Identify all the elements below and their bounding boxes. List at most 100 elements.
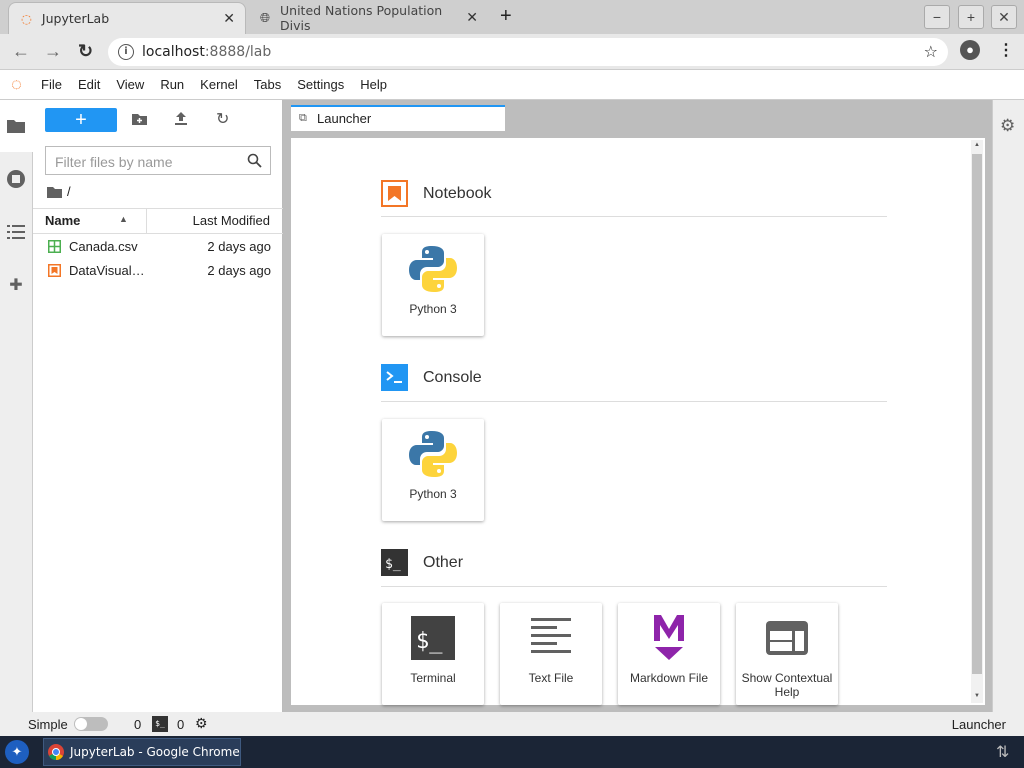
property-inspector-gears-icon[interactable]: ⚙ bbox=[1000, 116, 1015, 136]
section-divider bbox=[381, 401, 887, 402]
simple-mode-toggle[interactable] bbox=[74, 717, 108, 731]
taskbar-window-title: JupyterLab - Google Chrome bbox=[70, 745, 240, 759]
launcher-card-text-file[interactable]: Text File bbox=[500, 603, 602, 705]
scroll-up-arrow[interactable]: ▲ bbox=[974, 142, 980, 148]
file-row[interactable]: DataVisual… 2 days ago bbox=[33, 260, 283, 284]
menu-help[interactable]: Help bbox=[352, 77, 395, 92]
section-console-header: Console bbox=[381, 364, 482, 391]
active-document-label: Launcher bbox=[951, 717, 1006, 732]
close-window-button[interactable]: ✕ bbox=[991, 5, 1017, 29]
card-label: Terminal bbox=[410, 671, 456, 685]
filter-placeholder: Filter files by name bbox=[55, 154, 173, 170]
card-label: Markdown File bbox=[629, 671, 709, 685]
card-label: Text File bbox=[528, 671, 574, 685]
browser-tab-strip: ◌ JupyterLab ✕ 🌐︎ United Nations Populat… bbox=[0, 0, 1024, 34]
folder-icon[interactable] bbox=[47, 186, 62, 198]
right-sidebar: ⚙ bbox=[992, 100, 1024, 712]
network-transfer-icon[interactable]: ⇅ bbox=[996, 742, 1009, 762]
new-tab-button[interactable]: + bbox=[500, 5, 512, 28]
column-name[interactable]: Name bbox=[45, 213, 80, 237]
jupyter-menubar: ◌ File Edit View Run Kernel Tabs Setting… bbox=[0, 70, 1024, 100]
table-of-contents-icon[interactable] bbox=[7, 225, 25, 239]
simple-mode-label: Simple bbox=[28, 717, 68, 732]
svg-text:$_: $_ bbox=[416, 629, 443, 654]
jupyter-logo-icon: ◌ bbox=[11, 74, 22, 94]
column-divider[interactable] bbox=[146, 209, 147, 233]
section-divider bbox=[381, 586, 887, 587]
sort-ascending-icon: ▲ bbox=[119, 214, 128, 224]
notebook-section-icon bbox=[381, 180, 408, 207]
left-sidebar: ✚ bbox=[0, 100, 33, 712]
kernel-count[interactable]: 0 bbox=[177, 717, 184, 732]
bookmark-star-icon[interactable]: ☆ bbox=[924, 42, 938, 61]
section-title: Other bbox=[423, 553, 464, 571]
minimize-button[interactable]: − bbox=[924, 5, 950, 29]
section-other-header: $_ Other bbox=[381, 549, 463, 576]
section-divider bbox=[381, 216, 887, 217]
terminal-icon: $_ bbox=[411, 616, 455, 660]
url-path: :8888/lab bbox=[204, 44, 272, 60]
reload-icon[interactable]: ↻ bbox=[78, 41, 93, 62]
browser-tab-jupyterlab[interactable]: ◌ JupyterLab ✕ bbox=[8, 2, 246, 34]
menu-tabs[interactable]: Tabs bbox=[246, 77, 289, 92]
close-tab-icon[interactable]: ✕ bbox=[466, 10, 478, 26]
card-label: Show Contextual Help bbox=[741, 671, 833, 699]
svg-text:$_: $_ bbox=[385, 557, 401, 572]
terminal-count[interactable]: 0 bbox=[134, 717, 141, 732]
taskbar-window-chrome[interactable]: JupyterLab - Google Chrome bbox=[43, 738, 241, 766]
url-field[interactable]: i localhost:8888/lab ☆ bbox=[108, 38, 948, 66]
start-menu-icon[interactable]: ✦ bbox=[5, 740, 29, 764]
close-tab-icon[interactable]: ✕ bbox=[223, 11, 235, 27]
search-icon bbox=[247, 153, 262, 168]
terminal-status-icon[interactable]: $_ bbox=[152, 716, 168, 732]
file-row[interactable]: Canada.csv 2 days ago bbox=[33, 236, 283, 260]
file-modified: 2 days ago bbox=[207, 263, 271, 278]
new-launcher-button[interactable]: + bbox=[45, 108, 117, 132]
breadcrumb: / bbox=[47, 184, 71, 199]
card-label: Python 3 bbox=[409, 487, 457, 501]
file-name: Canada.csv bbox=[69, 239, 138, 254]
menu-edit[interactable]: Edit bbox=[70, 77, 108, 92]
new-folder-icon[interactable] bbox=[132, 112, 147, 128]
forward-icon[interactable]: → bbox=[44, 41, 62, 62]
back-icon[interactable]: ← bbox=[12, 41, 30, 62]
menu-view[interactable]: View bbox=[108, 77, 152, 92]
menu-run[interactable]: Run bbox=[152, 77, 192, 92]
profile-icon[interactable]: ● bbox=[960, 40, 980, 60]
info-icon[interactable]: i bbox=[118, 44, 134, 60]
url-host: localhost bbox=[142, 44, 205, 60]
card-label: Python 3 bbox=[409, 302, 457, 316]
menu-dots-icon[interactable]: ⋮ bbox=[998, 40, 1014, 60]
menu-file[interactable]: File bbox=[33, 77, 70, 92]
launcher-card-markdown-file[interactable]: Markdown File bbox=[618, 603, 720, 705]
menu-kernel[interactable]: Kernel bbox=[192, 77, 246, 92]
chrome-icon bbox=[48, 744, 64, 760]
browser-tab-un[interactable]: 🌐︎ United Nations Population Divis ✕ bbox=[248, 2, 488, 34]
scroll-down-arrow[interactable]: ▼ bbox=[974, 693, 980, 699]
maximize-button[interactable]: + bbox=[958, 5, 984, 29]
file-name: DataVisual… bbox=[69, 263, 145, 278]
sidebar-tab-files[interactable] bbox=[0, 100, 33, 152]
text-file-icon bbox=[531, 618, 571, 653]
file-modified: 2 days ago bbox=[207, 239, 271, 254]
vertical-scrollbar[interactable]: ▲ ▼ bbox=[971, 140, 983, 703]
launcher-card-terminal[interactable]: $_ Terminal bbox=[382, 603, 484, 705]
upload-icon[interactable] bbox=[175, 112, 187, 128]
filter-files-input[interactable]: Filter files by name bbox=[45, 146, 271, 175]
breadcrumb-root[interactable]: / bbox=[67, 184, 71, 199]
status-bar: Simple 0 $_ 0 ⚙ Launcher bbox=[0, 712, 1024, 736]
spreadsheet-icon bbox=[48, 240, 61, 253]
tab-title: JupyterLab bbox=[41, 11, 110, 26]
tab-launcher[interactable]: ⧉ Launcher bbox=[291, 105, 505, 131]
running-stop-icon[interactable] bbox=[6, 169, 26, 189]
refresh-icon[interactable]: ↻ bbox=[216, 109, 229, 129]
column-last-modified[interactable]: Last Modified bbox=[193, 213, 270, 237]
launcher-card-notebook-python3[interactable]: Python 3 bbox=[382, 234, 484, 336]
launcher-card-contextual-help[interactable]: Show Contextual Help bbox=[736, 603, 838, 705]
python-logo-icon bbox=[409, 246, 457, 292]
launcher-card-console-python3[interactable]: Python 3 bbox=[382, 419, 484, 521]
menu-settings[interactable]: Settings bbox=[289, 77, 352, 92]
kernel-chip-icon[interactable]: ⚙ bbox=[195, 715, 208, 732]
scrollbar-thumb[interactable] bbox=[972, 154, 982, 674]
extension-puzzle-icon[interactable]: ✚ bbox=[6, 275, 26, 295]
